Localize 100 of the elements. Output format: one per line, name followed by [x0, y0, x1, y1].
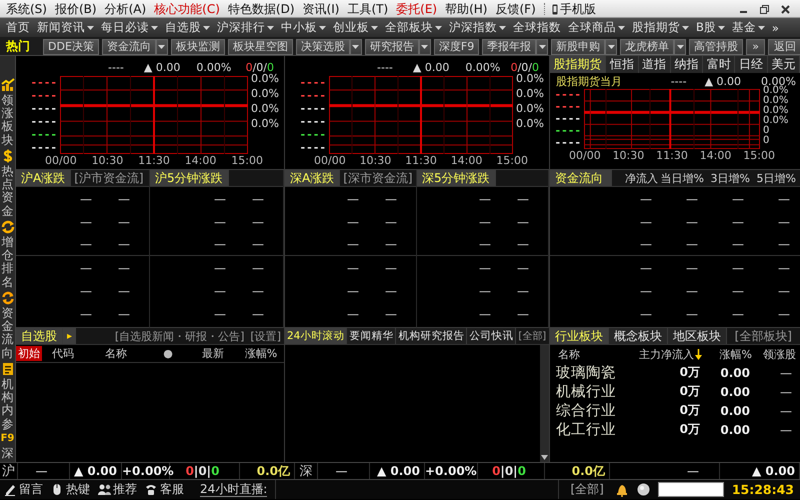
column-header[interactable]: 名称 — [84, 346, 148, 361]
nav-item[interactable]: 全部板块 — [385, 18, 442, 37]
nav-item[interactable]: 全球商品 — [568, 18, 625, 37]
all-link[interactable]: [全部] — [516, 329, 546, 343]
panel-tab[interactable]: 沪5分钟涨跌 — [150, 170, 229, 186]
close-icon[interactable] — [781, 4, 790, 14]
panel-link[interactable]: [沪市资金流] — [71, 170, 147, 186]
scroll-down-icon[interactable] — [541, 455, 548, 460]
menu-item[interactable]: 工具(T) — [343, 0, 392, 17]
column-header[interactable]: 初始 — [16, 346, 42, 361]
tab[interactable]: 概念板块 — [609, 328, 668, 344]
toolbar-button[interactable]: 板块星空图 — [228, 38, 293, 54]
tab[interactable]: 行业板块 — [550, 328, 609, 344]
menu-item[interactable]: 反馈(F) — [491, 0, 540, 17]
toolbar-button[interactable]: 板块监测 — [170, 38, 225, 54]
more-button[interactable]: » — [746, 38, 765, 54]
toolbar-button[interactable]: 新股申购 — [551, 38, 606, 54]
toolbar-button[interactable]: 高管持股 — [689, 38, 744, 54]
menu-item[interactable]: 特色数据(D) — [224, 0, 299, 17]
tab[interactable]: 机构研究报告 — [396, 328, 468, 344]
panel-tab[interactable]: 深5分钟涨跌 — [417, 170, 496, 186]
column-header[interactable]: 涨幅% — [238, 346, 284, 361]
tab[interactable]: 纳指 — [670, 56, 704, 73]
nav-item[interactable]: 创业板 — [333, 18, 378, 37]
tab[interactable]: 道指 — [638, 56, 671, 73]
column-header[interactable]: 领涨股 — [763, 346, 796, 362]
panel-link[interactable]: [深市资金流] — [340, 170, 416, 186]
tab[interactable]: 地区板块 — [668, 328, 727, 344]
menu-item[interactable]: 帮助(H) — [441, 0, 492, 17]
status-button[interactable]: 留言 — [4, 481, 43, 498]
nav-item[interactable]: 基金 — [732, 18, 765, 37]
dropdown-button[interactable] — [674, 38, 686, 54]
toolbar-button[interactable]: 龙虎榜单 — [620, 38, 674, 54]
menu-item[interactable]: 核心功能(C) — [150, 0, 224, 17]
status-button[interactable]: 热键 — [51, 481, 90, 498]
tab[interactable]: 公司快讯 — [467, 328, 516, 344]
more-button[interactable]: » — [772, 18, 779, 37]
toolbar-button[interactable]: 决策选股 — [296, 38, 350, 54]
sidebar-tab[interactable]: 机构内参 — [0, 362, 15, 433]
menu-item[interactable]: 资讯(I) — [298, 0, 344, 17]
panel-tab[interactable]: 沪A涨跌 — [16, 170, 72, 186]
back-button[interactable]: 返回 — [768, 38, 800, 54]
toolbar-button[interactable]: 季报年报 — [482, 38, 536, 54]
nav-item[interactable]: 中小板 — [281, 18, 326, 37]
status-button[interactable]: 客服 — [145, 481, 184, 498]
nav-item[interactable]: 每日必读 — [101, 18, 158, 37]
menu-item[interactable]: 报价(B) — [50, 0, 101, 17]
menu-item[interactable]: 委托(E) — [392, 0, 442, 17]
dropdown-button[interactable] — [350, 38, 362, 54]
tab[interactable]: 恒指 — [606, 56, 639, 73]
column-header[interactable]: 代码 — [42, 346, 84, 361]
menu-item[interactable]: 分析(A) — [100, 0, 150, 17]
nav-item[interactable]: 沪深排行 — [217, 18, 274, 37]
column-header[interactable]: ● — [148, 347, 188, 360]
column-header[interactable]: 主力净流入 — [639, 346, 694, 362]
circle-icon[interactable] — [636, 483, 650, 496]
menu-item[interactable]: 系统(S) — [2, 0, 51, 17]
nav-item[interactable]: B股 — [696, 18, 725, 37]
nav-item[interactable]: 沪深指数 — [449, 18, 506, 37]
nav-item[interactable]: 自选股 — [165, 18, 210, 37]
tab[interactable]: 要闻精华 — [347, 328, 396, 344]
sidebar-tab[interactable]: 资金流向 — [0, 291, 15, 362]
tab[interactable]: 富时 — [703, 56, 736, 73]
all-link[interactable]: [全部] — [567, 481, 607, 498]
all-link[interactable]: [全部板块] — [732, 328, 800, 344]
tab[interactable]: 24小时滚动 — [285, 328, 348, 344]
sidebar-tab[interactable]: F9 深 — [0, 433, 15, 460]
column-header[interactable]: 最新 — [188, 346, 238, 361]
toolbar-button[interactable]: 深度F9 — [434, 38, 480, 54]
panel-tab[interactable]: 深A涨跌 — [285, 170, 340, 186]
tab[interactable]: 日经 — [735, 56, 768, 73]
status-button[interactable]: 推荐 — [98, 481, 137, 498]
dropdown-button[interactable] — [156, 38, 168, 54]
tab[interactable]: 美元 — [768, 56, 800, 73]
nav-item[interactable]: 新闻资讯 — [37, 18, 94, 37]
input-field[interactable] — [658, 482, 724, 497]
toolbar-button[interactable]: 研究报告 — [364, 38, 419, 54]
bell-icon[interactable] — [614, 482, 629, 496]
column-header[interactable]: 名称 — [558, 346, 580, 362]
toolbar-button[interactable]: DDE决策 — [43, 38, 99, 54]
panel-tab[interactable]: 自选股 — [16, 328, 63, 344]
scrollbar[interactable] — [540, 345, 549, 462]
mobile-version-button[interactable]: 手机版 — [548, 0, 599, 17]
dropdown-button[interactable] — [418, 38, 431, 54]
expand-button[interactable]: ▸ — [63, 328, 76, 344]
dropdown-button[interactable] — [536, 38, 548, 54]
nav-item[interactable]: 全球指数 — [513, 18, 561, 37]
dropdown-button[interactable] — [605, 38, 618, 54]
nav-item[interactable]: 股指期货 — [632, 18, 689, 37]
toolbar-button[interactable]: 资金流向 — [102, 38, 156, 54]
column-header[interactable]: 涨幅% — [720, 346, 752, 362]
sidebar-tab[interactable]: 增仓排名 — [0, 220, 15, 291]
tab[interactable]: 股指期货 — [550, 56, 606, 73]
panel-link[interactable]: [自选股新闻・研报・公告] — [112, 328, 248, 344]
panel-tab[interactable]: 资金流向 — [550, 170, 612, 186]
restore-icon[interactable] — [760, 4, 769, 14]
panel-link[interactable]: [设置] — [247, 328, 284, 344]
sidebar-tab[interactable]: 领涨板块 — [0, 78, 15, 149]
sidebar-tab[interactable]: 热点资金 — [0, 149, 15, 220]
nav-item[interactable]: 首页 — [6, 18, 30, 37]
